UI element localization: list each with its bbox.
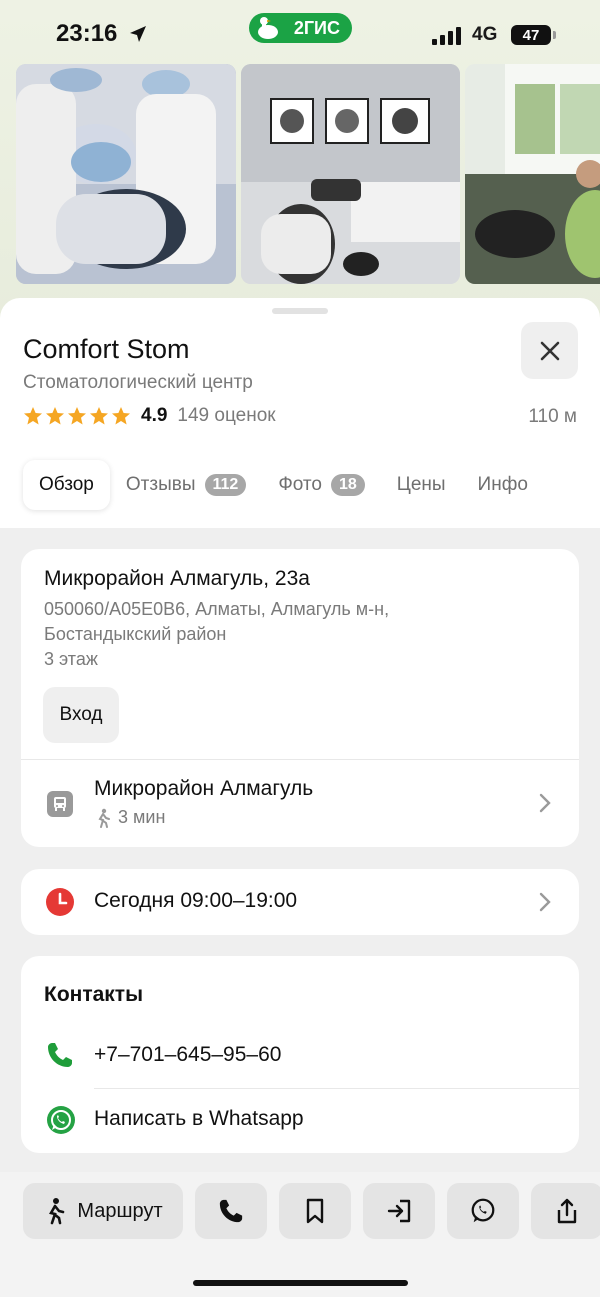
place-category: Стоматологический центр	[23, 372, 253, 393]
tab-overview[interactable]: Обзор	[23, 460, 110, 510]
goose-logo-icon	[255, 15, 281, 46]
distance: 110 м	[528, 406, 577, 427]
bookmark-button[interactable]	[279, 1183, 351, 1239]
rating-stars	[23, 406, 131, 426]
place-card: Comfort Stom Стоматологический центр 4.9…	[0, 298, 600, 528]
rating-value: 4.9	[141, 405, 168, 426]
whatsapp-icon	[47, 1106, 75, 1134]
rating-count: 149 оценок	[177, 405, 276, 426]
address-card: Микрорайон Алмагуль, 23а 050060/A05E0B6,…	[21, 549, 579, 847]
contacts-card: Контакты +7‒701‒645‒95‒60 Написать в Wha…	[21, 956, 579, 1153]
sheet-grabber[interactable]	[272, 308, 328, 314]
bus-stop-icon	[47, 791, 73, 817]
status-time: 23:16	[56, 20, 118, 47]
tab-label: Инфо	[477, 474, 528, 495]
phone-icon	[219, 1199, 243, 1223]
tab-bar: Обзор Отзывы 112 Фото 18 Цены Инфо	[23, 460, 544, 510]
header-area: 23:16 2ГИС 4G 47	[0, 0, 600, 330]
whatsapp-label: Написать в Whatsapp	[94, 1107, 304, 1130]
tab-reviews[interactable]: Отзывы 112	[110, 460, 262, 510]
hours-card[interactable]: Сегодня 09:00–19:00	[21, 869, 579, 935]
whatsapp-icon	[471, 1198, 495, 1223]
place-title: Comfort Stom	[23, 334, 190, 364]
tab-label: Обзор	[39, 474, 94, 495]
walking-person-icon	[49, 1198, 65, 1225]
tab-info[interactable]: Инфо	[462, 460, 544, 510]
brand-label: 2ГИС	[293, 17, 340, 38]
whatsapp-button[interactable]	[447, 1183, 519, 1239]
call-button[interactable]	[195, 1183, 267, 1239]
tab-label: Отзывы	[125, 474, 196, 495]
route-button[interactable]: Маршрут	[23, 1183, 183, 1239]
share-icon	[557, 1198, 577, 1224]
action-bar: Маршрут	[0, 1172, 600, 1297]
star-icon	[46, 407, 64, 425]
close-button[interactable]	[521, 322, 578, 379]
walk-time: 3 мин	[94, 807, 165, 828]
chevron-right-icon	[539, 793, 551, 813]
reviews-count-badge: 112	[204, 474, 247, 496]
location-arrow-icon	[128, 24, 148, 49]
star-icon	[90, 407, 108, 425]
hours-text: Сегодня 09:00–19:00	[94, 889, 298, 912]
tab-prices[interactable]: Цены	[381, 460, 462, 510]
star-icon	[112, 407, 130, 425]
tab-label: Цены	[396, 474, 446, 495]
photo-dental-office[interactable]	[241, 64, 460, 284]
photo-dental-treatment[interactable]	[465, 64, 600, 284]
brand-badge[interactable]: 2ГИС	[249, 13, 352, 43]
photo-dentists-at-work[interactable]	[16, 64, 236, 284]
close-icon	[540, 341, 559, 360]
address-main[interactable]: Микрорайон Алмагуль, 23а	[44, 567, 310, 591]
address-floor: 3 этаж	[44, 649, 98, 669]
battery-icon: 47	[511, 25, 556, 45]
photo-gallery[interactable]	[16, 64, 600, 284]
home-indicator[interactable]	[193, 1280, 408, 1286]
route-label: Маршрут	[77, 1199, 163, 1222]
address-line-2: Бостандыкский район	[44, 624, 227, 644]
phone-number: +7‒701‒645‒95‒60	[94, 1043, 282, 1066]
photos-count-badge: 18	[330, 474, 365, 496]
address-details: 050060/A05E0B6, Алматы, Алмагуль м-н, Бо…	[44, 597, 524, 672]
contacts-title: Контакты	[44, 983, 144, 1006]
clock-icon	[46, 888, 74, 916]
signal-icon	[432, 27, 461, 45]
star-icon	[24, 407, 42, 425]
bookmark-icon	[306, 1198, 324, 1224]
address-line-1: 050060/A05E0B6, Алматы, Алмагуль м-н,	[44, 599, 390, 619]
chevron-right-icon	[539, 892, 551, 912]
tab-label: Фото	[278, 474, 322, 495]
network-type: 4G	[472, 24, 498, 45]
share-button[interactable]	[531, 1183, 600, 1239]
star-icon	[68, 407, 86, 425]
stop-name: Микрорайон Алмагуль	[94, 777, 314, 800]
phone-icon	[48, 1043, 72, 1067]
divider	[94, 1088, 579, 1089]
status-bar: 23:16 2ГИС 4G 47	[0, 0, 600, 64]
walking-person-icon	[98, 808, 110, 828]
rating-row[interactable]: 4.9 149 оценок	[23, 404, 276, 428]
entrance-icon	[387, 1199, 411, 1223]
entrance-action-button[interactable]	[363, 1183, 435, 1239]
tab-photos[interactable]: Фото 18	[262, 460, 380, 510]
entrance-button[interactable]: Вход	[43, 687, 119, 743]
battery-level: 47	[522, 26, 540, 44]
divider	[21, 759, 579, 760]
walk-time-text: 3 мин	[118, 807, 166, 827]
